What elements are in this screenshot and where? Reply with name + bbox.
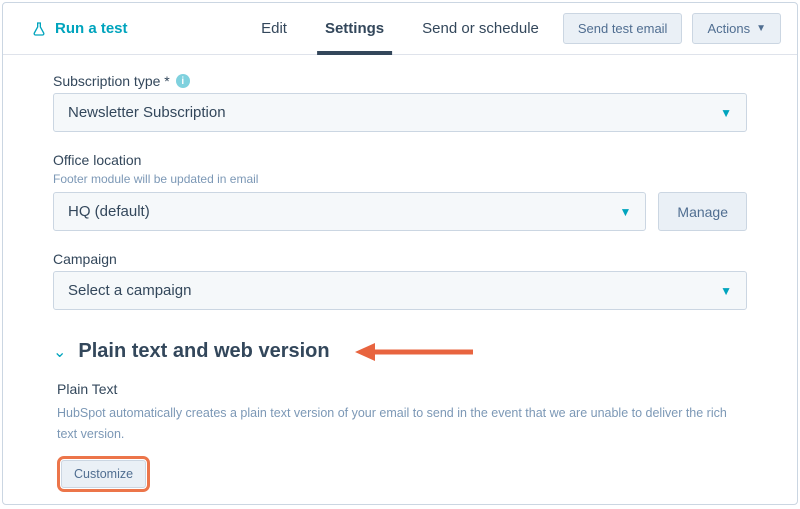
campaign-select[interactable]: Select a campaign ▼ [53, 271, 747, 310]
run-test-label: Run a test [55, 20, 128, 37]
header-actions: Send test email Actions ▼ [563, 13, 781, 44]
actions-label: Actions [707, 21, 750, 36]
topbar: Run a test Edit Settings Send or schedul… [3, 3, 797, 55]
subscription-label-text: Subscription type * [53, 73, 170, 89]
office-hint: Footer module will be updated in email [53, 172, 747, 186]
tabs: Edit Settings Send or schedule [261, 3, 539, 54]
caret-down-icon: ▼ [720, 284, 732, 298]
flask-icon [31, 21, 47, 37]
field-campaign: Campaign Select a campaign ▼ [53, 251, 747, 310]
office-label: Office location [53, 152, 747, 168]
field-subscription-type: Subscription type * i Newsletter Subscri… [53, 73, 747, 132]
tab-settings[interactable]: Settings [325, 3, 384, 54]
campaign-value: Select a campaign [68, 282, 191, 299]
arrow-annotation [355, 340, 475, 364]
manage-label: Manage [677, 204, 728, 220]
manage-button[interactable]: Manage [658, 192, 747, 231]
run-test-link[interactable]: Run a test [31, 20, 128, 37]
send-test-label: Send test email [578, 21, 668, 36]
caret-down-icon: ▼ [620, 205, 632, 219]
plain-text-subsection: Plain Text HubSpot automatically creates… [53, 381, 747, 492]
tab-edit[interactable]: Edit [261, 3, 287, 54]
content: Subscription type * i Newsletter Subscri… [3, 55, 797, 492]
info-icon[interactable]: i [176, 74, 190, 88]
subscription-select[interactable]: Newsletter Subscription ▼ [53, 93, 747, 132]
tab-send[interactable]: Send or schedule [422, 3, 539, 54]
office-value: HQ (default) [68, 203, 150, 220]
campaign-label: Campaign [53, 251, 747, 267]
plain-text-title: Plain Text [57, 381, 747, 397]
field-office-location: Office location Footer module will be up… [53, 152, 747, 231]
section-title: Plain text and web version [78, 340, 329, 363]
plain-text-desc: HubSpot automatically creates a plain te… [57, 403, 747, 446]
subscription-value: Newsletter Subscription [68, 104, 226, 121]
caret-down-icon: ▼ [720, 106, 732, 120]
customize-label: Customize [74, 467, 133, 481]
actions-button[interactable]: Actions ▼ [692, 13, 781, 44]
customize-button[interactable]: Customize [61, 460, 146, 488]
customize-highlight: Customize [57, 456, 150, 492]
chevron-down-icon: ⌄ [53, 342, 66, 362]
plain-text-section-header[interactable]: ⌄ Plain text and web version [53, 340, 747, 363]
office-select[interactable]: HQ (default) ▼ [53, 192, 646, 231]
subscription-label: Subscription type * i [53, 73, 747, 89]
send-test-email-button[interactable]: Send test email [563, 13, 683, 44]
caret-down-icon: ▼ [756, 23, 766, 34]
